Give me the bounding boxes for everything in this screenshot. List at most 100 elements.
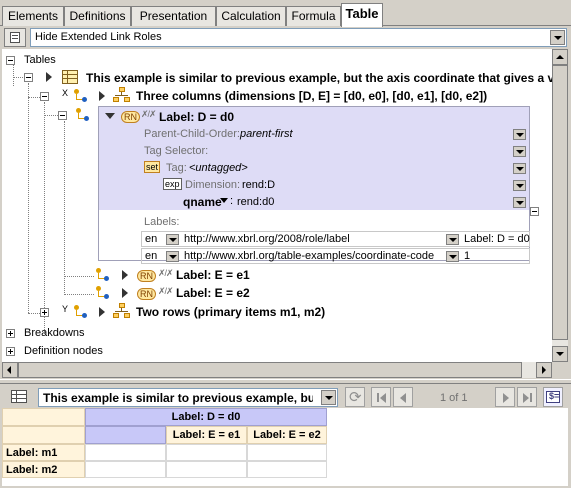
grid-cell[interactable] (247, 444, 327, 461)
grid-cell[interactable] (166, 461, 247, 478)
scroll-thumb[interactable] (18, 362, 522, 378)
tag-selector-label: Tag Selector: (144, 145, 209, 157)
preview-table-select[interactable]: This example is similar to previous exam… (38, 388, 338, 407)
last-page-icon[interactable] (517, 387, 537, 407)
expand-arrow-icon[interactable] (122, 270, 128, 280)
expand-breakdowns-icon[interactable] (6, 329, 15, 338)
collapse-d0-icon[interactable] (58, 111, 67, 120)
tab-definitions[interactable]: Definitions (64, 6, 131, 26)
header-e1: Label: E = e1 (166, 426, 247, 444)
expand-rows-icon[interactable] (40, 308, 49, 317)
tag-value: <untagged> (189, 162, 248, 174)
chevron-down-icon[interactable] (550, 30, 565, 45)
lang-dropdown[interactable] (166, 251, 179, 262)
grid-cell[interactable] (85, 444, 166, 461)
y-axis-marker: Y (62, 304, 69, 314)
label-row[interactable]: en http://www.xbrl.org/2008/role/label L… (141, 231, 530, 247)
axis-connector-icon (72, 87, 90, 104)
scroll-up-icon[interactable] (552, 49, 568, 65)
abstract-marker-icon: ✗/✗ (141, 109, 157, 119)
x-axis-marker: X (62, 88, 69, 98)
parent-child-order-value: parent-first (240, 128, 293, 140)
tag-selector-dropdown[interactable] (513, 146, 526, 157)
dimension-label: Dimension: (185, 179, 241, 191)
tables-root-label: Tables (24, 54, 56, 66)
link-roles-icon[interactable] (4, 28, 26, 47)
expand-definition-nodes-icon[interactable] (6, 347, 15, 356)
collapse-tables-icon[interactable] (6, 56, 15, 65)
exp-badge: exp (163, 178, 182, 190)
collapse-table-icon[interactable] (24, 73, 33, 82)
pane-splitter[interactable] (0, 379, 571, 384)
rn-badge: RN (121, 111, 140, 123)
role-dropdown[interactable] (446, 234, 459, 245)
node-properties-panel: RN ✗/✗ Label: D = d0 Parent-Child-Order:… (98, 106, 530, 264)
axis-connector-icon (72, 303, 90, 320)
link-roles-value: Hide Extended Link Roles (35, 31, 162, 43)
grid-cell[interactable] (166, 444, 247, 461)
collapse-panel-icon[interactable] (530, 207, 539, 216)
tree-horizontal-scrollbar[interactable] (2, 362, 552, 378)
parent-child-order-dropdown[interactable] (513, 129, 526, 140)
rn-badge: RN (137, 270, 156, 282)
tab-presentation[interactable]: Presentation (131, 6, 216, 26)
tab-table[interactable]: Table (341, 3, 383, 27)
set-badge: set (144, 161, 161, 173)
page-info: 1 of 1 (440, 392, 468, 404)
parent-child-order-label: Parent-Child-Order: (144, 128, 240, 140)
rows-node-label: Two rows (primary items m1, m2) (136, 305, 326, 319)
rn-badge: RN (137, 288, 156, 300)
e2-node-label: Label: E = e2 (176, 286, 250, 300)
row-header-m1: Label: m1 (2, 444, 85, 461)
table-icon (62, 70, 78, 84)
grid-cell[interactable] (85, 461, 166, 478)
link-roles-select[interactable]: Hide Extended Link Roles (30, 28, 567, 47)
expand-arrow-icon[interactable] (122, 288, 128, 298)
dimension-dropdown[interactable] (513, 180, 526, 191)
chevron-down-icon[interactable] (321, 390, 336, 405)
preview-table-value: This example is similar to previous exam… (43, 391, 313, 405)
node-connector-icon (74, 106, 92, 123)
tab-calculation[interactable]: Calculation (216, 6, 286, 26)
tab-formula[interactable]: Formula (286, 6, 341, 26)
label-text: 1 (464, 250, 471, 262)
label-row[interactable]: en http://www.xbrl.org/table-examples/co… (141, 248, 530, 264)
tag-dropdown[interactable] (513, 163, 526, 174)
tag-label: Tag: (166, 162, 187, 174)
definition-tree: Tables This example is similar to previo… (2, 49, 552, 362)
collapse-arrow-icon[interactable] (105, 113, 115, 119)
qname-dropdown[interactable] (513, 197, 526, 208)
grid-cell[interactable] (247, 461, 327, 478)
next-page-icon[interactable] (495, 387, 515, 407)
collapse-columns-icon[interactable] (40, 92, 49, 101)
node-connector-icon (94, 266, 112, 283)
table-title: This example is similar to previous exam… (86, 71, 552, 85)
expand-arrow-icon[interactable] (46, 72, 52, 82)
dimension-value: rend:D (242, 179, 276, 191)
label-text: Label: D = d0 (464, 233, 530, 245)
scroll-right-icon[interactable] (536, 362, 552, 378)
row-header-m2: Label: m2 (2, 461, 85, 478)
table-settings-icon[interactable]: $= (543, 387, 563, 407)
abstract-marker-icon: ✗/✗ (158, 268, 174, 278)
label-lang: en (145, 250, 158, 262)
tree-vertical-scrollbar[interactable] (552, 49, 568, 362)
refresh-icon[interactable]: ⟳ (345, 387, 365, 407)
tab-elements[interactable]: Elements (2, 6, 64, 26)
expand-arrow-icon[interactable] (99, 307, 105, 317)
previous-page-icon[interactable] (393, 387, 413, 407)
e1-node-label: Label: E = e1 (176, 268, 250, 282)
scroll-thumb[interactable] (552, 65, 568, 340)
qname-value: rend:d0 (237, 196, 275, 208)
header-e2: Label: E = e2 (247, 426, 327, 444)
breakdowns-label: Breakdowns (24, 327, 85, 339)
first-page-icon[interactable] (371, 387, 391, 407)
qname-menu-icon[interactable] (220, 198, 228, 203)
role-dropdown[interactable] (446, 251, 459, 262)
d0-node-label: Label: D = d0 (159, 110, 235, 124)
expand-arrow-icon[interactable] (99, 91, 105, 101)
scroll-down-icon[interactable] (552, 346, 568, 362)
lang-dropdown[interactable] (166, 234, 179, 245)
label-role: http://www.xbrl.org/table-examples/coord… (184, 250, 435, 262)
scroll-left-icon[interactable] (2, 362, 18, 378)
